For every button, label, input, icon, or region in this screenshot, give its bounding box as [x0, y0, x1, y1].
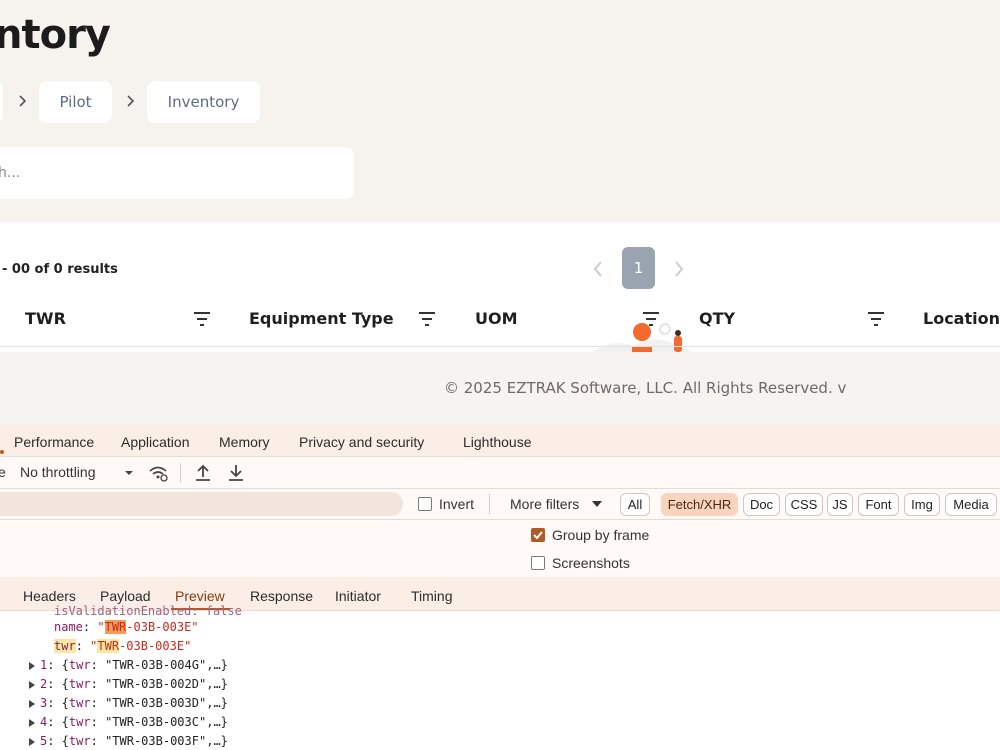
footer-copyright: © 2025 EZTRAK Software, LLC. All Rights … — [444, 379, 847, 397]
preview-row[interactable]: 4: {twr: "TWR-03B-003C",…} — [40, 715, 228, 729]
breadcrumb-item-inventory[interactable]: Inventory — [147, 81, 260, 123]
breadcrumb-label: Inventory — [167, 93, 240, 111]
preview-line-partial: isValidationEnabled: false — [54, 604, 242, 618]
preview-line-twr: twr: "TWR-03B-003E" — [54, 639, 192, 653]
breadcrumb-label: Pilot — [59, 93, 92, 111]
filter-chip-font[interactable]: Font — [858, 493, 899, 516]
empty-state-illustration — [592, 320, 692, 354]
more-filters-dropdown[interactable]: More filters — [510, 496, 579, 512]
breadcrumb-item-pilot[interactable]: Pilot — [39, 81, 112, 123]
screenshots-checkbox[interactable] — [531, 556, 545, 570]
filter-divider — [489, 494, 490, 514]
chevron-right-icon — [124, 90, 138, 112]
devtools-tab-privacy-security[interactable]: Privacy and security — [299, 434, 424, 450]
expand-triangle-icon[interactable] — [29, 700, 35, 708]
filter-chip-css[interactable]: CSS — [785, 493, 823, 516]
devtools-tab-performance[interactable]: Performance — [14, 434, 94, 450]
screenshots-label: Screenshots — [552, 555, 630, 571]
devtools-tab-lighthouse[interactable]: Lighthouse — [463, 434, 532, 450]
preview-row[interactable]: 2: {twr: "TWR-03B-002D",…} — [40, 677, 228, 691]
page-header-area: ntory Pilot Inventory h... — [0, 0, 1000, 222]
toolbar-divider — [180, 463, 181, 483]
results-count: - 00 of 0 results — [2, 262, 118, 277]
devtools-tab-application[interactable]: Application — [121, 434, 190, 450]
tab-headers[interactable]: Headers — [23, 588, 76, 604]
caret-down-icon[interactable] — [590, 497, 604, 511]
filter-chip-doc[interactable]: Doc — [743, 493, 780, 516]
response-preview: isValidationEnabled: false name: "TWR-03… — [0, 604, 1000, 750]
network-options-panel — [0, 520, 1000, 577]
preview-row[interactable]: 5: {twr: "TWR-03B-003F",…} — [40, 734, 228, 748]
preview-row[interactable]: 3: {twr: "TWR-03B-003D",…} — [40, 696, 228, 710]
invert-label: Invert — [439, 496, 475, 512]
tab-initiator[interactable]: Initiator — [335, 588, 381, 604]
page-title: ntory — [0, 12, 111, 58]
network-filter-input[interactable] — [0, 492, 403, 516]
filter-icon[interactable] — [417, 310, 437, 328]
download-icon[interactable] — [225, 462, 247, 484]
column-header-equipment-type[interactable]: Equipment Type — [249, 309, 394, 328]
throttling-select[interactable]: No throttling — [20, 464, 95, 480]
breadcrumb-item-home[interactable] — [0, 81, 3, 123]
search-placeholder: h... — [0, 165, 21, 181]
expand-triangle-icon[interactable] — [29, 738, 35, 746]
filter-chip-img[interactable]: Img — [904, 493, 940, 516]
preview-line-name: name: "TWR-03B-003E" — [54, 620, 199, 634]
filter-icon[interactable] — [866, 310, 886, 328]
filter-chip-media[interactable]: Media — [945, 493, 997, 516]
chevron-down-icon[interactable] — [122, 463, 144, 485]
pager-prev-button[interactable] — [588, 258, 608, 280]
invert-checkbox[interactable] — [418, 497, 432, 511]
column-header-twr[interactable]: TWR — [25, 309, 66, 328]
column-header-location[interactable]: Location — [923, 309, 1000, 328]
tab-preview[interactable]: Preview — [175, 588, 225, 604]
tab-response[interactable]: Response — [250, 588, 313, 604]
column-header-qty[interactable]: QTY — [699, 309, 735, 328]
devtools-tab-memory[interactable]: Memory — [219, 434, 270, 450]
group-by-frame-checkbox[interactable] — [531, 528, 545, 542]
expand-triangle-icon[interactable] — [29, 681, 35, 689]
pager-next-button[interactable] — [669, 258, 689, 280]
search-input[interactable]: h... — [0, 147, 354, 199]
filter-chip-fetch-xhr[interactable]: Fetch/XHR — [661, 493, 738, 516]
chevron-right-icon — [16, 90, 30, 112]
filter-icon[interactable] — [192, 310, 212, 328]
filter-chip-js[interactable]: JS — [827, 493, 853, 516]
pager-page-button[interactable]: 1 — [622, 247, 655, 289]
toolbar-truncated-label: e — [0, 464, 6, 480]
group-by-frame-label: Group by frame — [552, 527, 650, 543]
active-tab-marker — [0, 450, 4, 454]
preview-row[interactable]: 1: {twr: "TWR-03B-004G",…} — [40, 658, 228, 672]
column-header-uom[interactable]: UOM — [475, 309, 518, 328]
upload-icon[interactable] — [192, 462, 214, 484]
tab-payload[interactable]: Payload — [100, 588, 151, 604]
table-header-divider — [0, 346, 1000, 347]
network-conditions-icon[interactable] — [147, 462, 169, 484]
expand-triangle-icon[interactable] — [29, 662, 35, 670]
tab-timing[interactable]: Timing — [411, 588, 453, 604]
filter-chip-all[interactable]: All — [620, 493, 650, 516]
expand-triangle-icon[interactable] — [29, 719, 35, 727]
